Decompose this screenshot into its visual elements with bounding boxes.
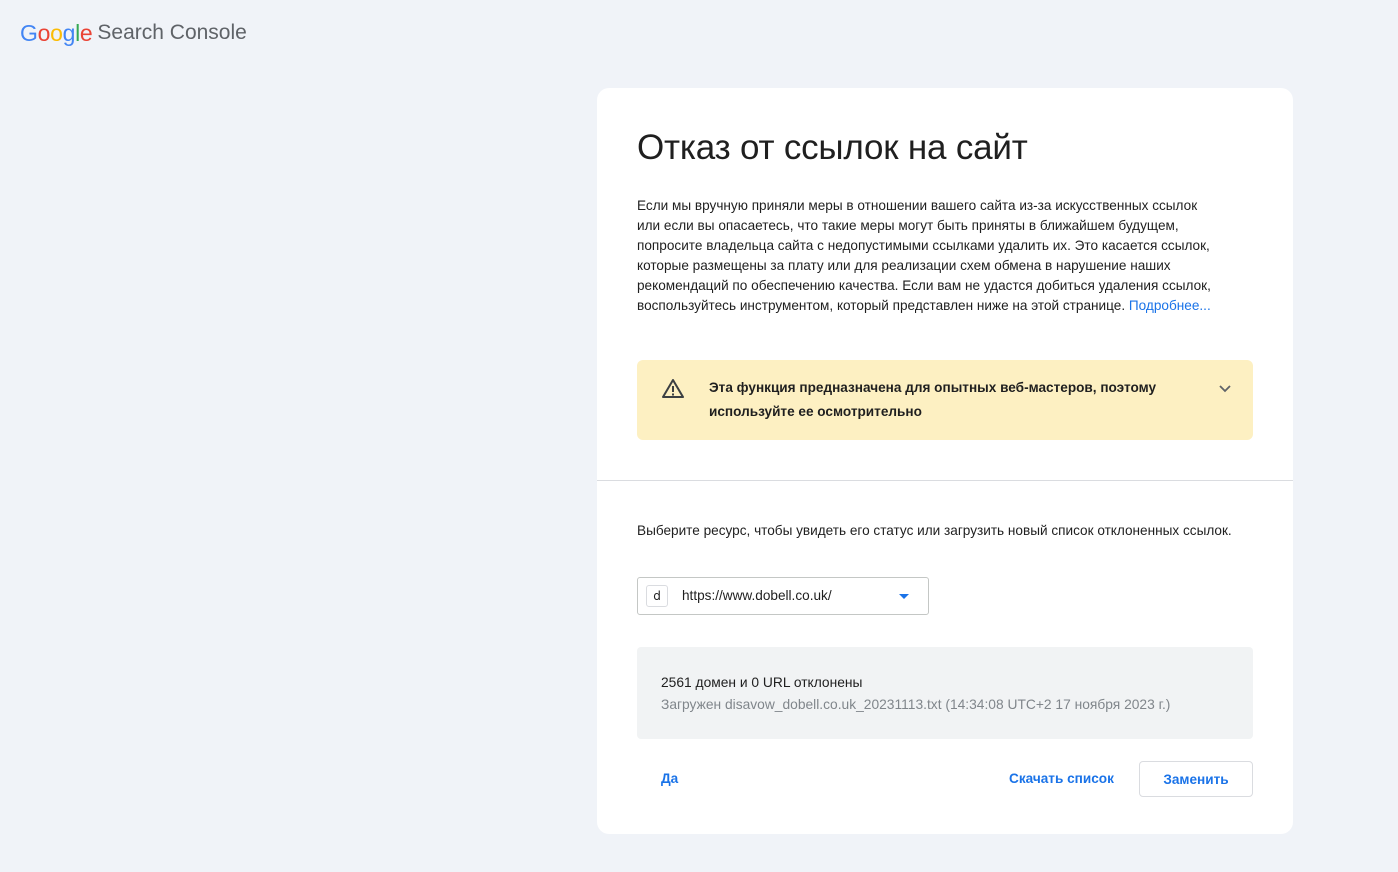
disavow-card: Отказ от ссылок на сайт Если мы вручную … bbox=[597, 88, 1293, 834]
product-name: Search Console bbox=[97, 21, 247, 44]
yes-button[interactable]: Да bbox=[661, 771, 678, 786]
warning-banner[interactable]: Эта функция предназначена для опытных ве… bbox=[637, 360, 1253, 440]
warning-triangle-icon bbox=[662, 379, 684, 398]
google-logo[interactable]: Google bbox=[20, 19, 93, 47]
logo-letter: o bbox=[37, 19, 51, 46]
app-header: Google Search Console bbox=[20, 18, 247, 48]
resource-select-label: Выберите ресурс, чтобы увидеть его стату… bbox=[637, 523, 1232, 538]
logo-letter: e bbox=[79, 19, 93, 46]
resource-dropdown[interactable]: d https://www.dobell.co.uk/ bbox=[637, 577, 929, 615]
download-list-button[interactable]: Скачать список bbox=[1009, 771, 1114, 786]
intro-paragraph: Если мы вручную приняли меры в отношении… bbox=[637, 196, 1217, 316]
logo-letter: G bbox=[20, 19, 38, 46]
intro-text: Если мы вручную приняли меры в отношении… bbox=[637, 198, 1211, 313]
replace-button[interactable]: Заменить bbox=[1139, 761, 1253, 797]
status-upload-info: Загружен disavow_dobell.co.uk_20231113.t… bbox=[661, 697, 1171, 712]
section-divider bbox=[597, 480, 1293, 481]
site-favicon-icon: d bbox=[646, 585, 668, 607]
resource-url: https://www.dobell.co.uk/ bbox=[682, 588, 832, 603]
learn-more-link[interactable]: Подробнее... bbox=[1129, 298, 1211, 313]
page-title: Отказ от ссылок на сайт bbox=[637, 128, 1028, 167]
disavow-status-box: 2561 домен и 0 URL отклонены Загружен di… bbox=[637, 647, 1253, 739]
dropdown-arrow-icon bbox=[899, 594, 909, 599]
warning-text: Эта функция предназначена для опытных ве… bbox=[709, 380, 1157, 419]
status-summary: 2561 домен и 0 URL отклонены bbox=[661, 675, 863, 690]
logo-letter: o bbox=[50, 19, 63, 46]
logo-letter: g bbox=[62, 19, 76, 46]
chevron-down-icon[interactable] bbox=[1215, 378, 1235, 398]
